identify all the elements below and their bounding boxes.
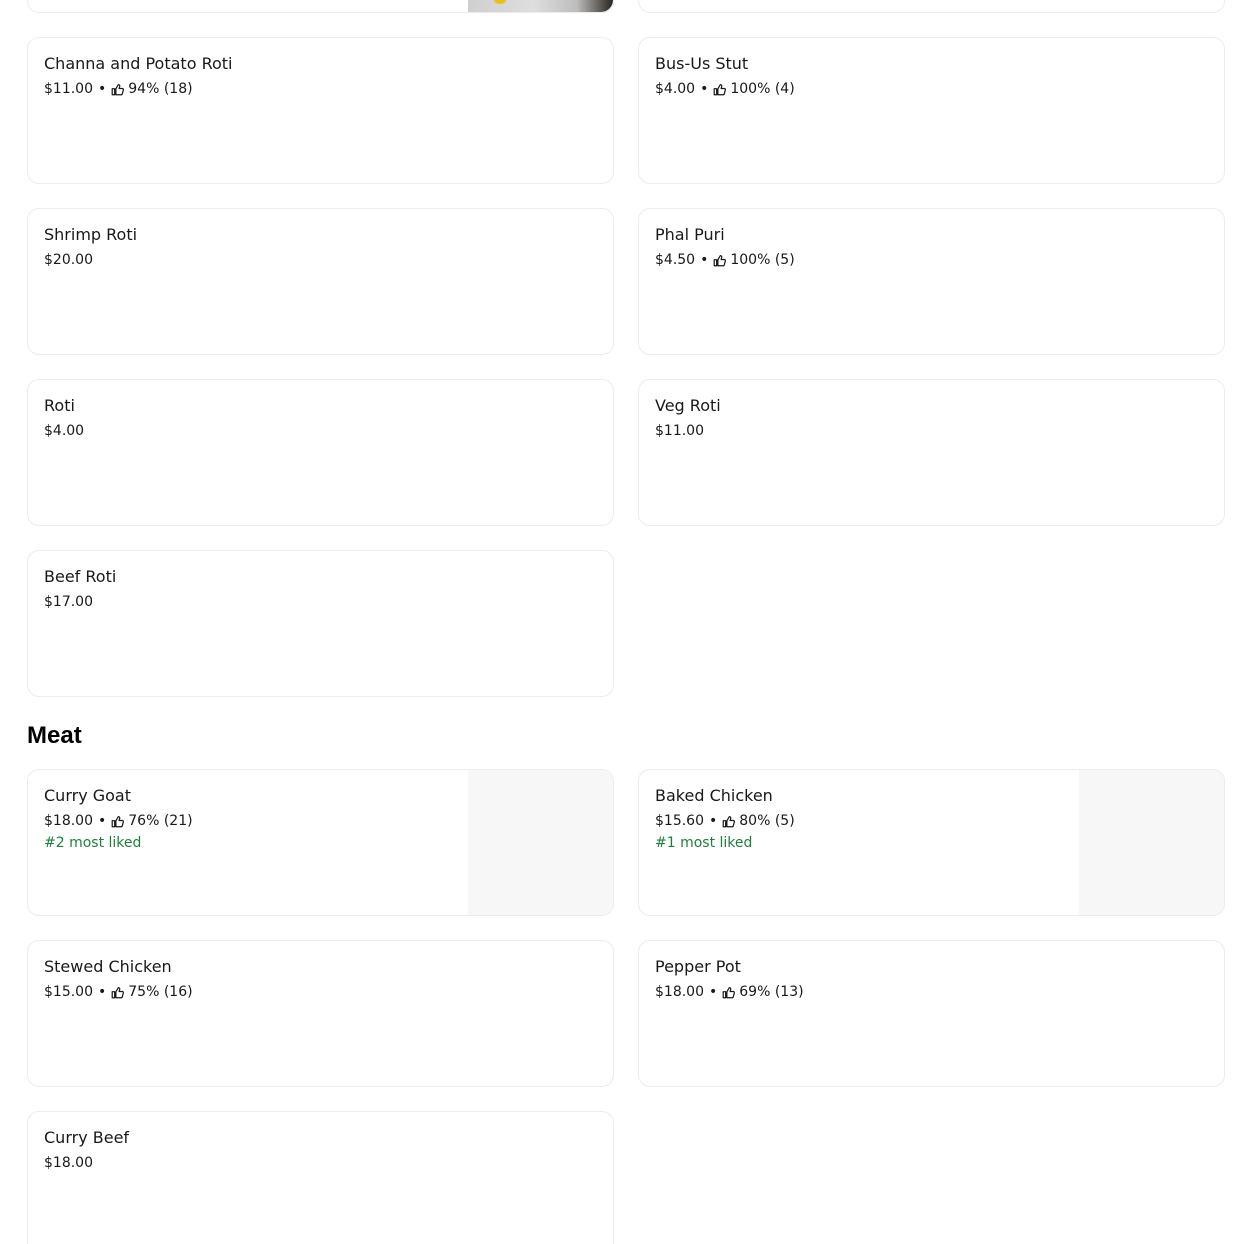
item-meta: $18.00	[44, 1154, 93, 1172]
item-rating: 100% (4)	[730, 81, 795, 97]
separator: •	[98, 813, 107, 829]
food-photo	[468, 0, 613, 12]
item-meta: $4.50 • 100% (5)	[655, 251, 795, 269]
menu-item-card[interactable]: Bus-Us Stut $4.00 • 100% (4)	[638, 37, 1225, 184]
separator: •	[700, 252, 709, 268]
item-image-placeholder	[468, 770, 613, 915]
item-name: Stewed Chicken	[44, 957, 172, 976]
item-price: $18.00	[44, 1155, 93, 1171]
menu-item-card[interactable]: Pepper Pot $18.00 • 69% (13)	[638, 940, 1225, 1087]
menu-item-card[interactable]	[27, 0, 614, 13]
item-meta: $18.00 • 76% (21)	[44, 812, 193, 830]
item-rating: 76% (21)	[128, 813, 193, 829]
separator: •	[98, 81, 107, 97]
most-liked-badge: #1 most liked	[655, 835, 753, 851]
item-price: $15.60	[655, 813, 704, 829]
item-meta: $11.00	[655, 422, 704, 440]
item-rating: 80% (5)	[739, 813, 795, 829]
thumbs-up-icon	[111, 815, 125, 828]
thumbs-up-icon	[722, 815, 736, 828]
item-price: $18.00	[655, 984, 704, 1000]
menu-item-card[interactable]: Baked Chicken $15.60 • 80% (5) #1 most l…	[638, 769, 1225, 916]
item-meta: $4.00	[44, 422, 84, 440]
item-name: Baked Chicken	[655, 786, 773, 805]
menu-item-card[interactable]: Roti $4.00	[27, 379, 614, 526]
item-meta: $18.00 • 69% (13)	[655, 983, 804, 1001]
menu-page: Channa and Potato Roti $11.00 • 94% (18)…	[0, 0, 1250, 1244]
item-rating: 94% (18)	[128, 81, 193, 97]
item-name: Channa and Potato Roti	[44, 54, 233, 73]
item-meta: $20.00	[44, 251, 93, 269]
thumbs-up-icon	[713, 83, 727, 96]
item-rating: 100% (5)	[730, 252, 795, 268]
menu-item-card[interactable]: Shrimp Roti $20.00	[27, 208, 614, 355]
item-image-placeholder	[1079, 770, 1224, 915]
item-name: Beef Roti	[44, 567, 117, 586]
menu-item-card[interactable]: Veg Roti $11.00	[638, 379, 1225, 526]
separator: •	[709, 984, 718, 1000]
item-name: Roti	[44, 396, 75, 415]
item-name: Veg Roti	[655, 396, 721, 415]
item-rating: 75% (16)	[128, 984, 193, 1000]
item-name: Phal Puri	[655, 225, 725, 244]
item-price: $20.00	[44, 252, 93, 268]
item-price: $17.00	[44, 594, 93, 610]
menu-item-card[interactable]: Beef Roti $17.00	[27, 550, 614, 697]
item-price: $18.00	[44, 813, 93, 829]
section-title-meat: Meat	[27, 722, 82, 749]
item-price: $11.00	[44, 81, 93, 97]
separator: •	[98, 984, 107, 1000]
most-liked-badge: #2 most liked	[44, 835, 142, 851]
item-price: $11.00	[655, 423, 704, 439]
menu-item-card[interactable]: Curry Beef $18.00	[27, 1111, 614, 1244]
thumbs-up-icon	[713, 254, 727, 267]
item-meta: $4.00 • 100% (4)	[655, 80, 795, 98]
item-price: $4.50	[655, 252, 696, 268]
item-meta: $17.00	[44, 593, 93, 611]
thumbs-up-icon	[111, 986, 125, 999]
item-name: Bus-Us Stut	[655, 54, 749, 73]
item-price: $4.00	[655, 81, 696, 97]
separator: •	[709, 813, 718, 829]
item-name: Curry Goat	[44, 786, 132, 805]
item-rating: 69% (13)	[739, 984, 804, 1000]
item-meta: $11.00 • 94% (18)	[44, 80, 193, 98]
menu-item-card[interactable]	[638, 0, 1225, 13]
separator: •	[700, 81, 709, 97]
item-meta: $15.60 • 80% (5)	[655, 812, 795, 830]
item-price: $15.00	[44, 984, 93, 1000]
menu-item-card[interactable]: Curry Goat $18.00 • 76% (21) #2 most lik…	[27, 769, 614, 916]
item-name: Pepper Pot	[655, 957, 741, 976]
thumbs-up-icon	[722, 986, 736, 999]
item-price: $4.00	[44, 423, 85, 439]
menu-item-card[interactable]: Phal Puri $4.50 • 100% (5)	[638, 208, 1225, 355]
item-name: Shrimp Roti	[44, 225, 138, 244]
item-meta: $15.00 • 75% (16)	[44, 983, 193, 1001]
menu-item-card[interactable]: Stewed Chicken $15.00 • 75% (16)	[27, 940, 614, 1087]
item-name: Curry Beef	[44, 1128, 130, 1147]
menu-item-card[interactable]: Channa and Potato Roti $11.00 • 94% (18)	[27, 37, 614, 184]
thumbs-up-icon	[111, 83, 125, 96]
